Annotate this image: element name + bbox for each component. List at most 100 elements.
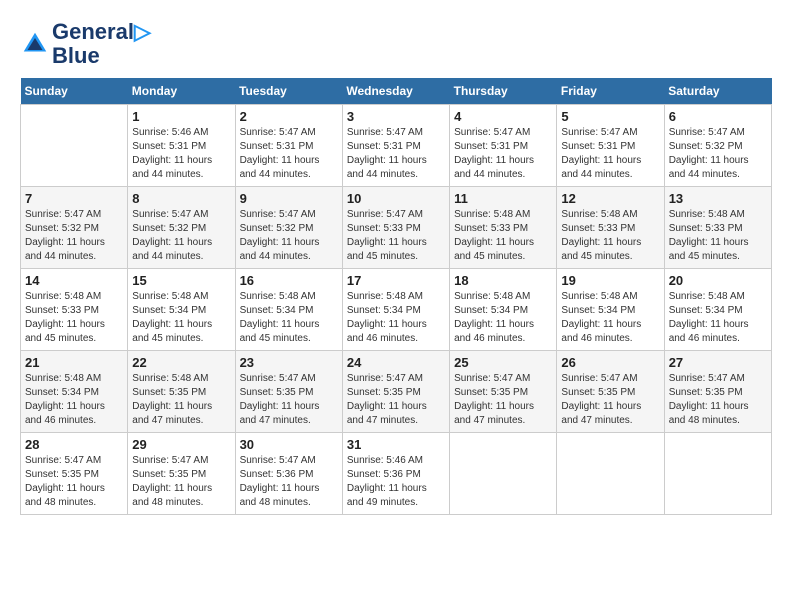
day-info: Sunrise: 5:48 AM Sunset: 5:34 PM Dayligh… xyxy=(347,290,445,346)
day-info: Sunrise: 5:48 AM Sunset: 5:34 PM Dayligh… xyxy=(561,290,659,346)
day-info: Sunrise: 5:47 AM Sunset: 5:31 PM Dayligh… xyxy=(347,126,445,182)
header-sunday: Sunday xyxy=(21,78,128,105)
calendar-cell: 24 Sunrise: 5:47 AM Sunset: 5:35 PM Dayli… xyxy=(342,351,449,433)
calendar-cell xyxy=(557,433,664,515)
calendar-cell: 29 Sunrise: 5:47 AM Sunset: 5:35 PM Dayli… xyxy=(128,433,235,515)
day-number: 7 xyxy=(25,191,123,206)
day-info: Sunrise: 5:47 AM Sunset: 5:32 PM Dayligh… xyxy=(25,208,123,264)
calendar-cell: 31 Sunrise: 5:46 AM Sunset: 5:36 PM Dayli… xyxy=(342,433,449,515)
calendar-cell: 21 Sunrise: 5:48 AM Sunset: 5:34 PM Dayli… xyxy=(21,351,128,433)
calendar-week-row: 28 Sunrise: 5:47 AM Sunset: 5:35 PM Dayli… xyxy=(21,433,772,515)
calendar-cell: 27Sunrise: 5:47 AM Sunset: 5:35 PM Dayli… xyxy=(664,351,771,433)
day-info: Sunrise: 5:46 AM Sunset: 5:36 PM Dayligh… xyxy=(347,454,445,510)
day-number: 24 xyxy=(347,355,445,370)
calendar-cell: 7 Sunrise: 5:47 AM Sunset: 5:32 PM Daylig… xyxy=(21,187,128,269)
day-number: 2 xyxy=(240,109,338,124)
calendar-cell: 15Sunrise: 5:48 AM Sunset: 5:34 PM Dayli… xyxy=(128,269,235,351)
day-info: Sunrise: 5:48 AM Sunset: 5:33 PM Dayligh… xyxy=(561,208,659,264)
day-number: 21 xyxy=(25,355,123,370)
day-number: 18 xyxy=(454,273,552,288)
header-wednesday: Wednesday xyxy=(342,78,449,105)
calendar-cell: 18 Sunrise: 5:48 AM Sunset: 5:34 PM Dayli… xyxy=(450,269,557,351)
day-number: 12 xyxy=(561,191,659,206)
header-friday: Friday xyxy=(557,78,664,105)
calendar-week-row: 1 Sunrise: 5:46 AM Sunset: 5:31 PM Daylig… xyxy=(21,105,772,187)
calendar-table: SundayMondayTuesdayWednesdayThursdayFrid… xyxy=(20,78,772,515)
day-number: 30 xyxy=(240,437,338,452)
header-monday: Monday xyxy=(128,78,235,105)
day-info: Sunrise: 5:47 AM Sunset: 5:32 PM Dayligh… xyxy=(669,126,767,182)
calendar-week-row: 21 Sunrise: 5:48 AM Sunset: 5:34 PM Dayli… xyxy=(21,351,772,433)
day-info: Sunrise: 5:47 AM Sunset: 5:31 PM Dayligh… xyxy=(561,126,659,182)
day-info: Sunrise: 5:47 AM Sunset: 5:35 PM Dayligh… xyxy=(25,454,123,510)
calendar-cell: 4Sunrise: 5:47 AM Sunset: 5:31 PM Daylig… xyxy=(450,105,557,187)
day-info: Sunrise: 5:48 AM Sunset: 5:34 PM Dayligh… xyxy=(132,290,230,346)
calendar-header-row: SundayMondayTuesdayWednesdayThursdayFrid… xyxy=(21,78,772,105)
calendar-cell: 2 Sunrise: 5:47 AM Sunset: 5:31 PM Daylig… xyxy=(235,105,342,187)
calendar-week-row: 14 Sunrise: 5:48 AM Sunset: 5:33 PM Dayli… xyxy=(21,269,772,351)
day-info: Sunrise: 5:47 AM Sunset: 5:36 PM Dayligh… xyxy=(240,454,338,510)
calendar-cell xyxy=(21,105,128,187)
day-number: 3 xyxy=(347,109,445,124)
day-info: Sunrise: 5:48 AM Sunset: 5:34 PM Dayligh… xyxy=(454,290,552,346)
day-info: Sunrise: 5:47 AM Sunset: 5:35 PM Dayligh… xyxy=(347,372,445,428)
calendar-cell: 6 Sunrise: 5:47 AM Sunset: 5:32 PM Daylig… xyxy=(664,105,771,187)
day-number: 4 xyxy=(454,109,552,124)
calendar-cell: 16 Sunrise: 5:48 AM Sunset: 5:34 PM Dayli… xyxy=(235,269,342,351)
page-header: General▷ Blue xyxy=(20,20,772,68)
logo-text: General▷ Blue xyxy=(52,20,151,68)
day-info: Sunrise: 5:48 AM Sunset: 5:35 PM Dayligh… xyxy=(132,372,230,428)
calendar-cell: 5 Sunrise: 5:47 AM Sunset: 5:31 PM Daylig… xyxy=(557,105,664,187)
calendar-cell: 1 Sunrise: 5:46 AM Sunset: 5:31 PM Daylig… xyxy=(128,105,235,187)
day-number: 31 xyxy=(347,437,445,452)
calendar-cell: 14 Sunrise: 5:48 AM Sunset: 5:33 PM Dayli… xyxy=(21,269,128,351)
calendar-cell: 23 Sunrise: 5:47 AM Sunset: 5:35 PM Dayli… xyxy=(235,351,342,433)
day-number: 8 xyxy=(132,191,230,206)
calendar-cell: 28 Sunrise: 5:47 AM Sunset: 5:35 PM Dayli… xyxy=(21,433,128,515)
day-info: Sunrise: 5:47 AM Sunset: 5:35 PM Dayligh… xyxy=(132,454,230,510)
calendar-cell: 26Sunrise: 5:47 AM Sunset: 5:35 PM Dayli… xyxy=(557,351,664,433)
day-number: 28 xyxy=(25,437,123,452)
day-number: 29 xyxy=(132,437,230,452)
day-info: Sunrise: 5:48 AM Sunset: 5:34 PM Dayligh… xyxy=(240,290,338,346)
day-number: 1 xyxy=(132,109,230,124)
day-info: Sunrise: 5:47 AM Sunset: 5:32 PM Dayligh… xyxy=(240,208,338,264)
day-number: 11 xyxy=(454,191,552,206)
day-info: Sunrise: 5:47 AM Sunset: 5:35 PM Dayligh… xyxy=(669,372,767,428)
day-info: Sunrise: 5:47 AM Sunset: 5:33 PM Dayligh… xyxy=(347,208,445,264)
logo: General▷ Blue xyxy=(20,20,151,68)
day-number: 25 xyxy=(454,355,552,370)
calendar-cell: 9 Sunrise: 5:47 AM Sunset: 5:32 PM Daylig… xyxy=(235,187,342,269)
day-info: Sunrise: 5:48 AM Sunset: 5:33 PM Dayligh… xyxy=(25,290,123,346)
day-info: Sunrise: 5:48 AM Sunset: 5:34 PM Dayligh… xyxy=(669,290,767,346)
calendar-cell: 19Sunrise: 5:48 AM Sunset: 5:34 PM Dayli… xyxy=(557,269,664,351)
day-number: 10 xyxy=(347,191,445,206)
calendar-cell: 11Sunrise: 5:48 AM Sunset: 5:33 PM Dayli… xyxy=(450,187,557,269)
day-number: 5 xyxy=(561,109,659,124)
calendar-cell: 20Sunrise: 5:48 AM Sunset: 5:34 PM Dayli… xyxy=(664,269,771,351)
calendar-week-row: 7 Sunrise: 5:47 AM Sunset: 5:32 PM Daylig… xyxy=(21,187,772,269)
day-number: 13 xyxy=(669,191,767,206)
day-number: 26 xyxy=(561,355,659,370)
day-number: 16 xyxy=(240,273,338,288)
day-info: Sunrise: 5:46 AM Sunset: 5:31 PM Dayligh… xyxy=(132,126,230,182)
day-info: Sunrise: 5:48 AM Sunset: 5:34 PM Dayligh… xyxy=(25,372,123,428)
day-number: 23 xyxy=(240,355,338,370)
calendar-cell xyxy=(450,433,557,515)
logo-icon xyxy=(20,29,50,59)
calendar-cell: 17Sunrise: 5:48 AM Sunset: 5:34 PM Dayli… xyxy=(342,269,449,351)
day-number: 6 xyxy=(669,109,767,124)
day-info: Sunrise: 5:47 AM Sunset: 5:31 PM Dayligh… xyxy=(240,126,338,182)
day-number: 9 xyxy=(240,191,338,206)
calendar-cell: 8 Sunrise: 5:47 AM Sunset: 5:32 PM Daylig… xyxy=(128,187,235,269)
day-info: Sunrise: 5:47 AM Sunset: 5:35 PM Dayligh… xyxy=(240,372,338,428)
header-tuesday: Tuesday xyxy=(235,78,342,105)
calendar-cell: 12 Sunrise: 5:48 AM Sunset: 5:33 PM Dayli… xyxy=(557,187,664,269)
calendar-cell: 22Sunrise: 5:48 AM Sunset: 5:35 PM Dayli… xyxy=(128,351,235,433)
day-info: Sunrise: 5:47 AM Sunset: 5:35 PM Dayligh… xyxy=(454,372,552,428)
header-saturday: Saturday xyxy=(664,78,771,105)
calendar-cell xyxy=(664,433,771,515)
calendar-cell: 25 Sunrise: 5:47 AM Sunset: 5:35 PM Dayli… xyxy=(450,351,557,433)
day-info: Sunrise: 5:47 AM Sunset: 5:32 PM Dayligh… xyxy=(132,208,230,264)
day-number: 14 xyxy=(25,273,123,288)
